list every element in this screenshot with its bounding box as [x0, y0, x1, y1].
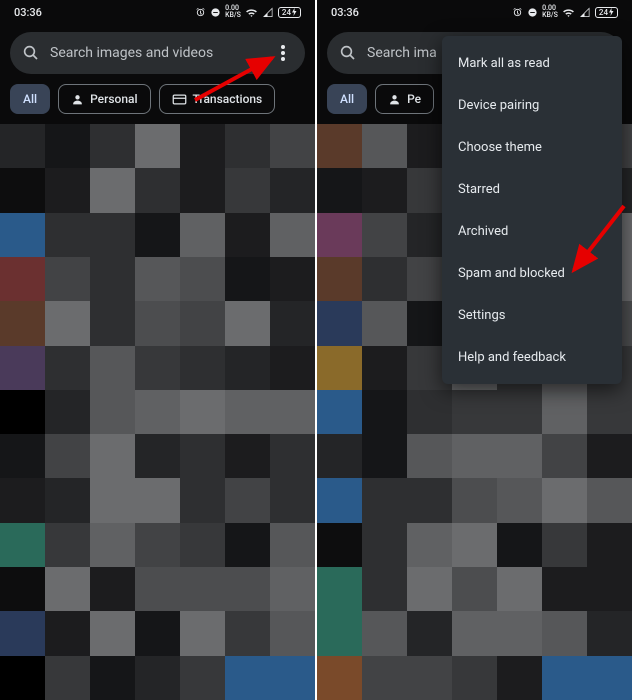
- search-icon: [339, 44, 357, 62]
- menu-label: Device pairing: [458, 98, 539, 113]
- net-speed: 0.00KB/S: [542, 5, 558, 19]
- chip-label: All: [340, 92, 354, 106]
- status-icons: 0.00KB/S 24: [195, 5, 301, 19]
- menu-label: Mark all as read: [458, 56, 550, 71]
- menu-label: Starred: [458, 182, 500, 197]
- menu-spam-blocked[interactable]: Spam and blocked: [442, 252, 622, 294]
- alarm-icon: [512, 7, 523, 18]
- battery-indicator: 24: [278, 7, 301, 18]
- signal-icon: [579, 7, 591, 18]
- wifi-icon: [245, 7, 258, 18]
- battery-indicator: 24: [595, 7, 618, 18]
- menu-settings[interactable]: Settings: [442, 294, 622, 336]
- phone-left: 03:36 0.00KB/S 24 Search images and vide…: [0, 0, 315, 700]
- search-bar[interactable]: Search images and videos: [10, 32, 305, 74]
- person-icon: [388, 93, 401, 106]
- alarm-icon: [195, 7, 206, 18]
- filter-chips: All Personal Transactions: [0, 84, 315, 124]
- dnd-icon: [210, 7, 221, 18]
- status-bar: 03:36 0.00KB/S 24: [317, 0, 632, 24]
- status-time: 03:36: [14, 6, 42, 19]
- menu-choose-theme[interactable]: Choose theme: [442, 126, 622, 168]
- search-icon: [22, 44, 40, 62]
- chip-label: All: [23, 92, 37, 106]
- person-icon: [71, 93, 84, 106]
- chip-label: Pe: [407, 92, 421, 106]
- chip-all[interactable]: All: [10, 84, 50, 114]
- status-icons: 0.00KB/S 24: [512, 5, 618, 19]
- chip-personal[interactable]: Pe: [375, 84, 434, 114]
- chip-label: Transactions: [193, 92, 263, 106]
- net-speed: 0.00KB/S: [225, 5, 241, 19]
- menu-label: Choose theme: [458, 140, 542, 155]
- card-icon: [172, 93, 187, 106]
- menu-starred[interactable]: Starred: [442, 168, 622, 210]
- overflow-menu: Mark all as read Device pairing Choose t…: [442, 36, 622, 384]
- chip-transactions[interactable]: Transactions: [159, 84, 276, 114]
- dnd-icon: [527, 7, 538, 18]
- menu-label: Settings: [458, 308, 505, 323]
- chip-all[interactable]: All: [327, 84, 367, 114]
- conversations-blurred: [0, 124, 315, 700]
- menu-device-pairing[interactable]: Device pairing: [442, 84, 622, 126]
- menu-help[interactable]: Help and feedback: [442, 336, 622, 378]
- search-placeholder: Search images and videos: [50, 45, 259, 61]
- menu-label: Spam and blocked: [458, 266, 565, 281]
- menu-label: Help and feedback: [458, 350, 566, 365]
- status-bar: 03:36 0.00KB/S 24: [0, 0, 315, 24]
- menu-mark-read[interactable]: Mark all as read: [442, 42, 622, 84]
- menu-label: Archived: [458, 224, 508, 239]
- status-time: 03:36: [331, 6, 359, 19]
- chip-label: Personal: [90, 92, 137, 106]
- phone-right: 03:36 0.00KB/S 24 Search ima All Pe Mark…: [317, 0, 632, 700]
- more-menu-button[interactable]: [269, 39, 297, 67]
- more-vert-icon: [281, 45, 285, 61]
- signal-icon: [262, 7, 274, 18]
- wifi-icon: [562, 7, 575, 18]
- menu-archived[interactable]: Archived: [442, 210, 622, 252]
- chip-personal[interactable]: Personal: [58, 84, 150, 114]
